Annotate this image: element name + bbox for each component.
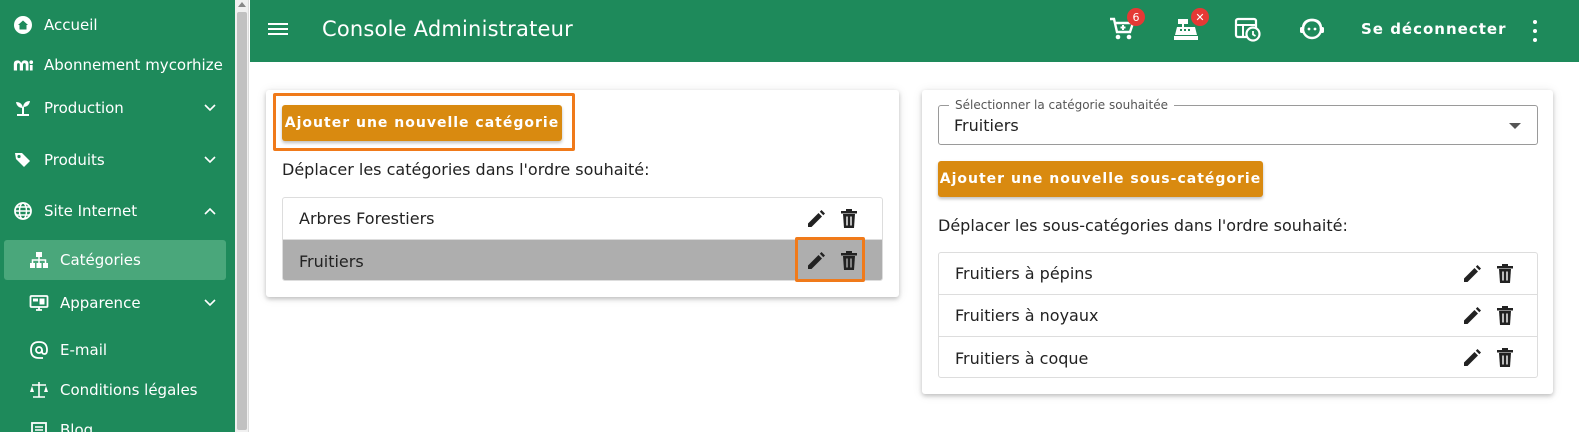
category-row-selected[interactable]: Fruitiers [283,240,882,280]
sidebar-item-categories[interactable]: Catégories [4,240,226,280]
dropdown-arrow-icon [1509,123,1521,129]
delete-trash-icon[interactable] [1493,262,1517,286]
monitor-icon [28,292,50,314]
mycorhize-logo-icon [12,54,34,76]
subcategory-name: Fruitiers à noyaux [955,306,1099,325]
category-name: Fruitiers [299,251,364,271]
category-select[interactable]: Sélectionner la catégorie souhaitée Frui… [938,98,1538,145]
sidebar-item-production[interactable]: Production [0,88,235,128]
at-icon [28,339,50,361]
chevron-up-icon [203,204,217,218]
sidebar-scrollbar[interactable] [235,0,249,432]
home-icon [12,14,34,36]
add-category-button[interactable]: Ajouter une nouvelle catégorie [282,105,562,141]
sidebar-item-conditions-legales[interactable]: Conditions légales [0,370,235,410]
sitemap-icon [28,249,50,271]
schedule-button[interactable] [1231,14,1265,48]
calendar-clock-icon [1234,15,1262,47]
highlight-row-actions [795,237,865,282]
subcategories-list: Fruitiers à pépins Fruitiers à noyaux Fr [938,252,1538,378]
tags-icon [12,149,34,171]
sidebar-item-label: Catégories [60,251,141,269]
sidebar-item-label: E-mail [60,341,108,359]
scroll-thumb[interactable] [237,12,247,430]
edit-pencil-icon[interactable] [1460,346,1484,370]
subcategories-card: Sélectionner la catégorie souhaitée Frui… [922,90,1553,394]
cash-register-button[interactable]: ✕ [1169,8,1209,48]
globe-icon [12,200,34,222]
sidebar-item-produits[interactable]: Produits [0,140,235,180]
cart-button[interactable]: 6 [1105,8,1145,48]
chevron-down-icon [203,101,217,115]
scale-icon [28,379,50,401]
subcategory-name: Fruitiers à pépins [955,264,1093,283]
category-row[interactable]: Arbres Forestiers [283,198,882,240]
sidebar-item-label: Conditions légales [60,381,198,399]
sidebar-item-accueil[interactable]: Accueil [0,5,235,45]
subcategory-row[interactable]: Fruitiers à pépins [939,253,1537,295]
edit-pencil-icon[interactable] [1460,262,1484,286]
sidebar-item-label: Accueil [44,16,98,34]
hamburger-menu-icon[interactable] [268,20,290,42]
sidebar-item-label: Site Internet [44,202,138,220]
sidebar-item-label: Abonnement mycorhize [44,56,223,74]
sidebar-item-label: Apparence [60,294,141,312]
top-app-bar: Console Administrateur 6 ✕ Se déconnecte… [250,0,1579,62]
edit-pencil-icon[interactable] [1460,304,1484,328]
categories-instruction: Déplacer les catégories dans l'ordre sou… [282,160,650,179]
sidebar-item-label: Production [44,99,124,117]
scroll-up-arrow-icon[interactable] [238,2,246,7]
face-agent-icon [1298,15,1326,47]
sidebar: Accueil Abonnement mycorhize Production … [0,0,235,432]
categories-card: Ajouter une nouvelle catégorie Déplacer … [266,90,899,297]
more-vert-icon[interactable] [1525,18,1545,44]
app-root: Accueil Abonnement mycorhize Production … [0,0,1579,432]
delete-trash-icon[interactable] [837,207,861,231]
sidebar-item-label: Blog [60,421,94,432]
add-subcategory-button[interactable]: Ajouter une nouvelle sous-catégorie [938,161,1263,197]
logout-button[interactable]: Se déconnecter [1361,20,1506,38]
sidebar-item-abonnement[interactable]: Abonnement mycorhize [0,45,235,85]
chevron-down-icon [203,153,217,167]
sprout-icon [12,97,34,119]
category-select-value: Fruitiers [954,116,1019,135]
edit-pencil-icon[interactable] [804,207,828,231]
category-name: Arbres Forestiers [299,209,435,228]
subcategory-row[interactable]: Fruitiers à noyaux [939,295,1537,337]
sidebar-item-email[interactable]: E-mail [0,330,235,370]
sidebar-item-apparence[interactable]: Apparence [0,283,235,323]
cart-count-badge: 6 [1127,8,1145,26]
subcategories-instruction: Déplacer les sous-catégories dans l'ordr… [938,216,1348,235]
sidebar-item-blog[interactable]: Blog [0,410,235,432]
sidebar-item-label: Produits [44,151,105,169]
page-title: Console Administrateur [322,17,573,41]
subcategory-row[interactable]: Fruitiers à coque [939,337,1537,377]
category-select-label: Sélectionner la catégorie souhaitée [949,98,1174,112]
blog-icon [28,419,50,432]
support-button[interactable] [1295,14,1329,48]
categories-list: Arbres Forestiers Fruitiers [282,197,883,281]
chevron-down-icon [203,296,217,310]
subcategory-name: Fruitiers à coque [955,348,1089,368]
delete-trash-icon[interactable] [1493,304,1517,328]
register-alert-badge: ✕ [1191,8,1209,26]
delete-trash-icon[interactable] [1493,346,1517,370]
sidebar-item-site-internet[interactable]: Site Internet [0,191,235,231]
